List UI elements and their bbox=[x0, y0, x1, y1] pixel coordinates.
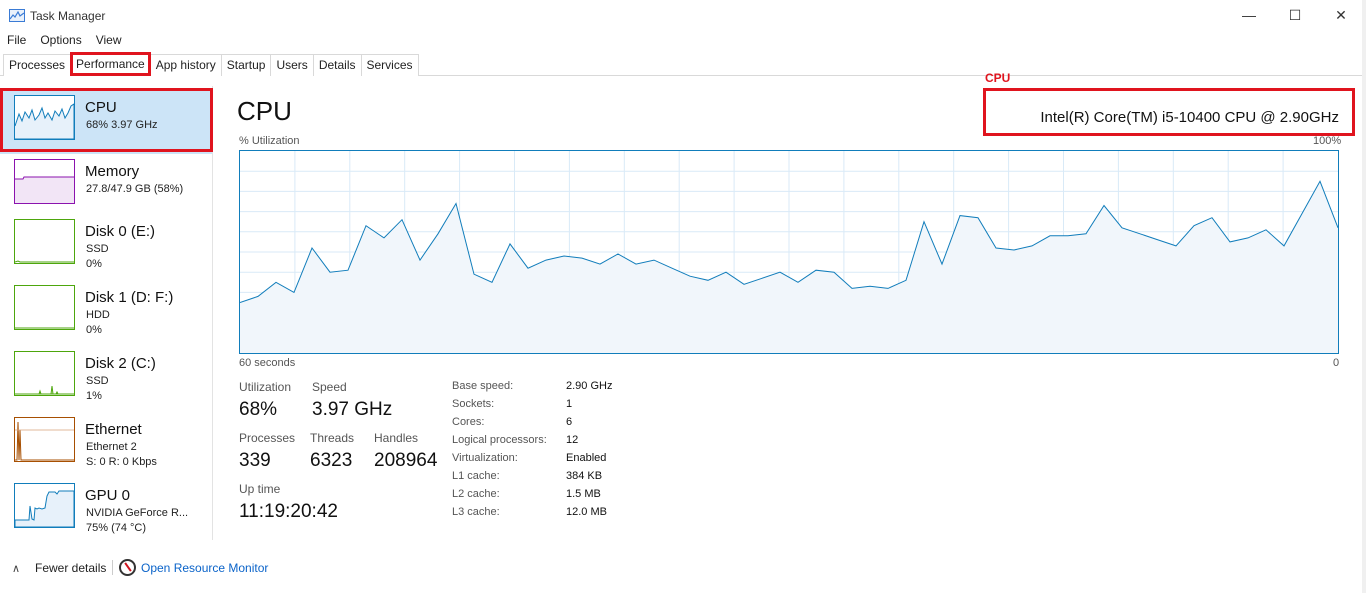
page-title: CPU bbox=[237, 96, 292, 126]
spec-label-l3-cache: L3 cache: bbox=[452, 506, 500, 518]
spec-label-sockets: Sockets: bbox=[452, 398, 495, 410]
spec-label-cores: Cores: bbox=[452, 416, 485, 428]
disk-graph-icon bbox=[14, 285, 75, 330]
spec-value-logical-processors: 12 bbox=[566, 434, 579, 446]
sidebar-item-disk-0[interactable]: Disk 0 (E:) SSD 0% bbox=[0, 214, 212, 278]
task-manager-window: Task Manager — ☐ ✕ File Options View Pro… bbox=[0, 0, 1366, 593]
handles-label: Handles bbox=[374, 431, 419, 445]
utilization-label: Utilization bbox=[239, 380, 292, 394]
menu-bar: File Options View bbox=[0, 32, 129, 50]
cpu-graph-icon bbox=[14, 95, 75, 140]
sidebar-item-memory[interactable]: Memory 27.8/47.9 GB (58%) bbox=[0, 154, 212, 218]
sidebar-item-value: 27.8/47.9 GB (58%) bbox=[86, 183, 184, 195]
sidebar-item-label: Disk 2 (C:) bbox=[85, 355, 156, 372]
sidebar-item-type: SSD bbox=[86, 375, 109, 387]
spec-label-l2-cache: L2 cache: bbox=[452, 488, 500, 500]
disk-graph-icon bbox=[14, 351, 75, 396]
minimize-button[interactable]: — bbox=[1226, 0, 1272, 30]
processes-value: 339 bbox=[239, 450, 271, 471]
sidebar-item-label: Memory bbox=[85, 163, 140, 180]
tab-processes[interactable]: Processes bbox=[3, 54, 72, 76]
tab-app-history[interactable]: App history bbox=[149, 54, 222, 76]
window-edge bbox=[1362, 0, 1366, 593]
memory-graph-icon bbox=[14, 159, 75, 204]
sidebar-item-cpu[interactable]: CPU 68% 3.97 GHz bbox=[0, 90, 212, 154]
graph-max-label: 100% bbox=[1313, 135, 1342, 147]
sidebar-item-model: NVIDIA GeForce R... bbox=[86, 507, 189, 519]
speed-label: Speed bbox=[312, 380, 347, 394]
title-bar: Task Manager — ☐ ✕ bbox=[0, 0, 1366, 32]
resource-monitor-icon[interactable] bbox=[119, 559, 136, 576]
spec-value-cores: 6 bbox=[566, 416, 573, 428]
sidebar-item-label: Disk 1 (D: F:) bbox=[85, 289, 174, 306]
uptime-label: Up time bbox=[239, 482, 281, 496]
sidebar-item-value: 1% bbox=[86, 390, 102, 402]
maximize-button[interactable]: ☐ bbox=[1272, 0, 1318, 30]
resource-sidebar: CPU 68% 3.97 GHz Memory 27.8/47.9 GB (58… bbox=[0, 86, 213, 540]
tab-services[interactable]: Services bbox=[360, 54, 419, 76]
speed-value: 3.97 GHz bbox=[312, 399, 393, 420]
spec-value-l2-cache: 1.5 MB bbox=[566, 488, 601, 500]
menu-options[interactable]: Options bbox=[33, 32, 88, 50]
annotation-label: CPU bbox=[985, 71, 1011, 85]
processes-label: Processes bbox=[239, 431, 296, 445]
cpu-utilization-chart bbox=[240, 151, 1338, 353]
sidebar-item-label: CPU bbox=[85, 99, 117, 116]
spec-label-virtualization: Virtualization: bbox=[452, 452, 518, 464]
sidebar-item-label: Ethernet bbox=[85, 421, 142, 438]
sidebar-item-value: S: 0 R: 0 Kbps bbox=[86, 456, 157, 468]
sidebar-item-value: 68% 3.97 GHz bbox=[86, 119, 158, 131]
tab-users[interactable]: Users bbox=[270, 54, 314, 76]
uptime-value: 11:19:20:42 bbox=[239, 501, 338, 522]
threads-label: Threads bbox=[310, 431, 355, 445]
cpu-model-name: Intel(R) Core(TM) i5-10400 CPU @ 2.90GHz bbox=[1040, 109, 1339, 126]
graph-axis-label: % Utilization bbox=[239, 135, 300, 147]
sidebar-item-adapter: Ethernet 2 bbox=[86, 441, 137, 453]
sidebar-item-disk-1[interactable]: Disk 1 (D: F:) HDD 0% bbox=[0, 280, 212, 344]
spec-value-sockets: 1 bbox=[566, 398, 573, 410]
cpu-utilization-graph bbox=[239, 150, 1339, 354]
sidebar-item-value: 0% bbox=[86, 258, 102, 270]
spec-value-virtualization: Enabled bbox=[566, 452, 607, 464]
sidebar-item-value: 0% bbox=[86, 324, 102, 336]
tab-performance[interactable]: Performance bbox=[70, 52, 151, 76]
sidebar-item-ethernet[interactable]: Ethernet Ethernet 2 S: 0 R: 0 Kbps bbox=[0, 412, 212, 476]
spec-label-l1-cache: L1 cache: bbox=[452, 470, 500, 482]
task-manager-app-icon bbox=[9, 9, 25, 22]
tab-bar: Processes Performance App history Startu… bbox=[0, 51, 1366, 76]
window-title: Task Manager bbox=[30, 9, 106, 23]
footer-divider bbox=[112, 560, 113, 575]
disk-graph-icon bbox=[14, 219, 75, 264]
sidebar-item-label: GPU 0 bbox=[85, 487, 131, 504]
menu-file[interactable]: File bbox=[0, 32, 33, 50]
sidebar-item-gpu-0[interactable]: GPU 0 NVIDIA GeForce R... 75% (74 °C) bbox=[0, 478, 212, 542]
utilization-value: 68% bbox=[239, 399, 278, 420]
gpu-graph-icon bbox=[14, 483, 75, 528]
graph-time-span: 60 seconds bbox=[239, 357, 296, 369]
ethernet-graph-icon bbox=[14, 417, 75, 462]
highlight-box-cpu-name: Intel(R) Core(TM) i5-10400 CPU @ 2.90GHz bbox=[983, 88, 1355, 136]
spec-value-l1-cache: 384 KB bbox=[566, 470, 603, 482]
open-resource-monitor-link[interactable]: Open Resource Monitor bbox=[141, 561, 268, 575]
menu-view[interactable]: View bbox=[89, 32, 129, 50]
handles-value: 208964 bbox=[374, 450, 438, 471]
footer-bar: ∧ Fewer details Open Resource Monitor bbox=[0, 556, 1366, 580]
sidebar-item-value: 75% (74 °C) bbox=[86, 522, 147, 534]
spec-label-base-speed: Base speed: bbox=[452, 380, 514, 392]
tab-details[interactable]: Details bbox=[312, 54, 362, 76]
spec-label-logical-processors: Logical processors: bbox=[452, 434, 547, 446]
fewer-details-button[interactable]: Fewer details bbox=[35, 561, 106, 575]
spec-value-base-speed: 2.90 GHz bbox=[566, 380, 613, 392]
sidebar-item-type: SSD bbox=[86, 243, 109, 255]
sidebar-item-disk-2[interactable]: Disk 2 (C:) SSD 1% bbox=[0, 346, 212, 410]
chevron-up-icon[interactable]: ∧ bbox=[12, 562, 20, 575]
threads-value: 6323 bbox=[310, 450, 353, 471]
graph-time-zero: 0 bbox=[1333, 357, 1340, 369]
close-button[interactable]: ✕ bbox=[1318, 0, 1364, 30]
sidebar-item-type: HDD bbox=[86, 309, 110, 321]
spec-value-l3-cache: 12.0 MB bbox=[566, 506, 607, 518]
tab-startup[interactable]: Startup bbox=[220, 54, 272, 76]
sidebar-item-label: Disk 0 (E:) bbox=[85, 223, 156, 240]
